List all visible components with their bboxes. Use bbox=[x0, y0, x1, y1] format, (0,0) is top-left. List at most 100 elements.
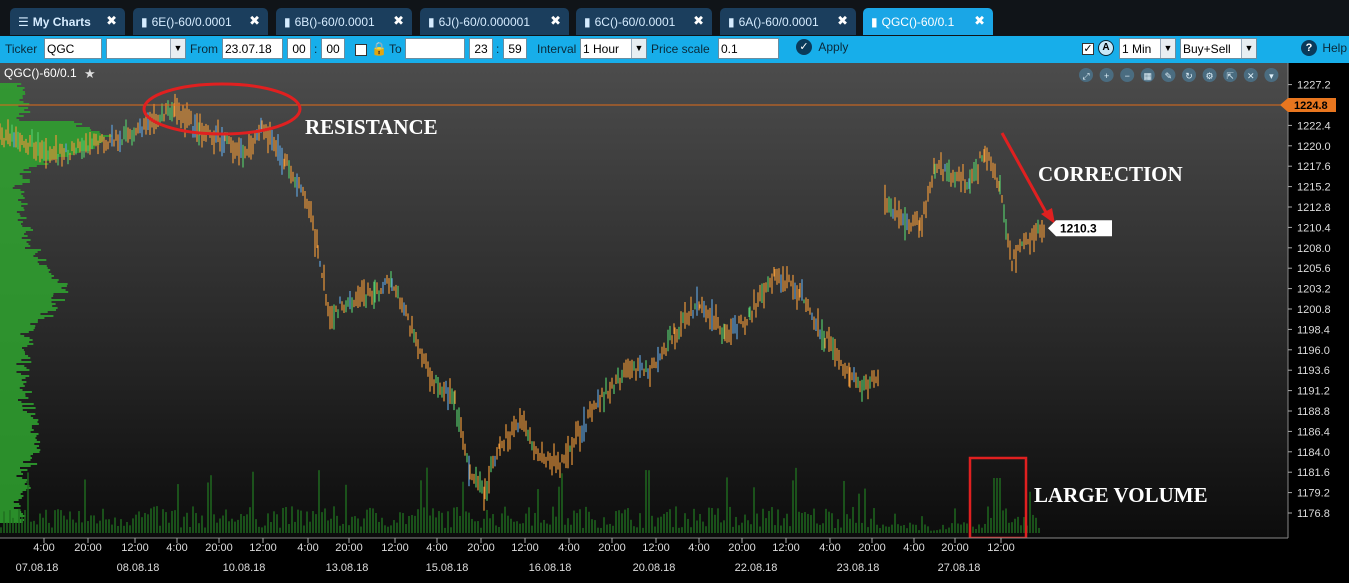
volume-bar bbox=[852, 506, 854, 533]
to-minute-input[interactable]: 59 bbox=[503, 38, 527, 59]
volume-profile-bar bbox=[0, 457, 32, 459]
timeframe-select[interactable]: 1 Min ▼ bbox=[1119, 38, 1176, 59]
volume-bar bbox=[495, 525, 497, 533]
ticker-select[interactable]: ▼ bbox=[106, 38, 186, 59]
volume-bar bbox=[663, 513, 665, 533]
volume-bar bbox=[897, 524, 899, 533]
time-tick-label: 4:00 bbox=[297, 542, 318, 554]
volume-bar bbox=[768, 510, 770, 533]
close-icon[interactable]: ✖ bbox=[693, 13, 704, 29]
volume-bar bbox=[756, 513, 758, 533]
to-date-input[interactable] bbox=[405, 38, 465, 59]
volume-bar bbox=[0, 527, 2, 533]
volume-bar bbox=[564, 524, 566, 533]
volume-profile-bar bbox=[0, 109, 25, 111]
last-price-label: 1224.8 bbox=[1294, 100, 1328, 112]
volume-bar bbox=[390, 525, 392, 533]
close-icon[interactable]: ✖ bbox=[837, 13, 848, 29]
volume-bar bbox=[162, 509, 164, 533]
volume-bar bbox=[570, 524, 572, 533]
tab-qgc[interactable]: ▮ QGC()-60/0.1 ✖ bbox=[863, 8, 993, 35]
from-date-input[interactable]: 23.07.18 bbox=[222, 38, 283, 59]
volume-bar bbox=[450, 527, 452, 533]
tab-6b[interactable]: ▮ 6B()-60/0.0001 ✖ bbox=[276, 8, 412, 35]
volume-bar bbox=[243, 516, 245, 533]
volume-bar bbox=[264, 525, 266, 533]
volume-profile-bar bbox=[0, 365, 25, 367]
volume-bar bbox=[576, 513, 578, 533]
apply-button[interactable]: ✓ Apply bbox=[796, 39, 848, 55]
to-enable-checkbox[interactable] bbox=[355, 44, 367, 56]
volume-bar bbox=[189, 526, 191, 533]
auto-icon[interactable]: A bbox=[1098, 40, 1114, 56]
volume-bar bbox=[705, 526, 707, 533]
option-checkbox[interactable]: ✓ bbox=[1082, 43, 1094, 55]
tab-6a[interactable]: ▮ 6A()-60/0.0001 ✖ bbox=[720, 8, 856, 35]
favorite-star-icon[interactable]: ★ bbox=[84, 66, 96, 81]
volume-bar bbox=[300, 510, 302, 533]
close-icon[interactable]: ✖ bbox=[106, 13, 117, 29]
from-hour-input[interactable]: 00 bbox=[287, 38, 311, 59]
interval-select[interactable]: 1 Hour ▼ bbox=[580, 38, 647, 59]
price-tick-label: 1179.2 bbox=[1297, 488, 1330, 500]
time-tick-label: 20:00 bbox=[205, 542, 233, 554]
volume-bar bbox=[192, 506, 194, 533]
price-tick-label: 1222.4 bbox=[1297, 120, 1331, 132]
lock-icon[interactable]: 🔒 bbox=[371, 41, 387, 57]
close-icon[interactable]: ✖ bbox=[974, 13, 985, 29]
volume-profile-bar bbox=[0, 233, 25, 235]
close-icon[interactable]: ✖ bbox=[249, 13, 260, 29]
to-hour-input[interactable]: 23 bbox=[469, 38, 493, 59]
tab-6e[interactable]: ▮ 6E()-60/0.0001 ✖ bbox=[133, 8, 268, 35]
close-icon[interactable]: ✖ bbox=[393, 13, 404, 29]
close-icon-glyph: ✕ bbox=[1247, 71, 1255, 81]
volume-bar bbox=[801, 512, 803, 533]
volume-bar bbox=[840, 527, 842, 533]
volume-profile-bar bbox=[0, 83, 22, 85]
tab-my-charts[interactable]: ☰ My Charts ✖ bbox=[10, 8, 125, 35]
export-icon-glyph: ⇱ bbox=[1226, 71, 1234, 81]
volume-profile-bar bbox=[0, 505, 21, 507]
from-minute-input[interactable]: 00 bbox=[321, 38, 345, 59]
volume-profile-bar bbox=[0, 117, 17, 119]
price-scale-input[interactable]: 0.1 bbox=[718, 38, 779, 59]
volume-bar bbox=[456, 507, 458, 533]
volume-bar bbox=[924, 524, 926, 533]
volume-profile-bar bbox=[0, 351, 25, 353]
volume-bar bbox=[114, 517, 116, 533]
volume-bar bbox=[225, 509, 227, 533]
drawing-icon-glyph: ✎ bbox=[1165, 71, 1173, 81]
volume-profile-bar bbox=[0, 313, 41, 315]
volume-profile-bar bbox=[0, 193, 22, 195]
volume-profile-bar bbox=[0, 439, 37, 441]
volume-profile-bar bbox=[0, 163, 49, 165]
volume-bar bbox=[531, 525, 533, 533]
chart-area[interactable]: 1210.3 1227.2 1222.4 1220.0 1217.6 1215.2 121… bbox=[0, 63, 1349, 583]
ticker-input[interactable]: QGC bbox=[44, 38, 102, 59]
bar-chart-icon: ▮ bbox=[284, 14, 291, 29]
side-select[interactable]: Buy+Sell ▼ bbox=[1180, 38, 1257, 59]
volume-bar bbox=[975, 528, 977, 533]
volume-bar bbox=[831, 513, 833, 533]
volume-bar bbox=[954, 508, 956, 533]
volume-profile-bar bbox=[0, 337, 30, 339]
volume-bar bbox=[333, 506, 335, 533]
tab-label: 6C()-60/0.0001 bbox=[594, 14, 676, 29]
volume-bar bbox=[180, 527, 182, 533]
volume-bar bbox=[750, 524, 752, 533]
close-icon[interactable]: ✖ bbox=[550, 13, 561, 29]
volume-bar bbox=[87, 521, 89, 533]
volume-bar bbox=[555, 516, 557, 533]
volume-bar bbox=[291, 506, 293, 533]
tab-6c[interactable]: ▮ 6C()-60/0.0001 ✖ bbox=[576, 8, 712, 35]
time-tick-label: 4:00 bbox=[166, 542, 187, 554]
help-button[interactable]: ? Help bbox=[1301, 40, 1347, 56]
tab-6j[interactable]: ▮ 6J()-60/0.000001 ✖ bbox=[420, 8, 569, 35]
volume-bar bbox=[324, 508, 326, 533]
volume-bar bbox=[429, 515, 431, 533]
volume-bar bbox=[12, 517, 14, 533]
volume-bar bbox=[603, 517, 605, 533]
volume-bar bbox=[267, 513, 269, 533]
volume-bar bbox=[54, 510, 56, 533]
volume-profile-bar bbox=[0, 229, 33, 231]
